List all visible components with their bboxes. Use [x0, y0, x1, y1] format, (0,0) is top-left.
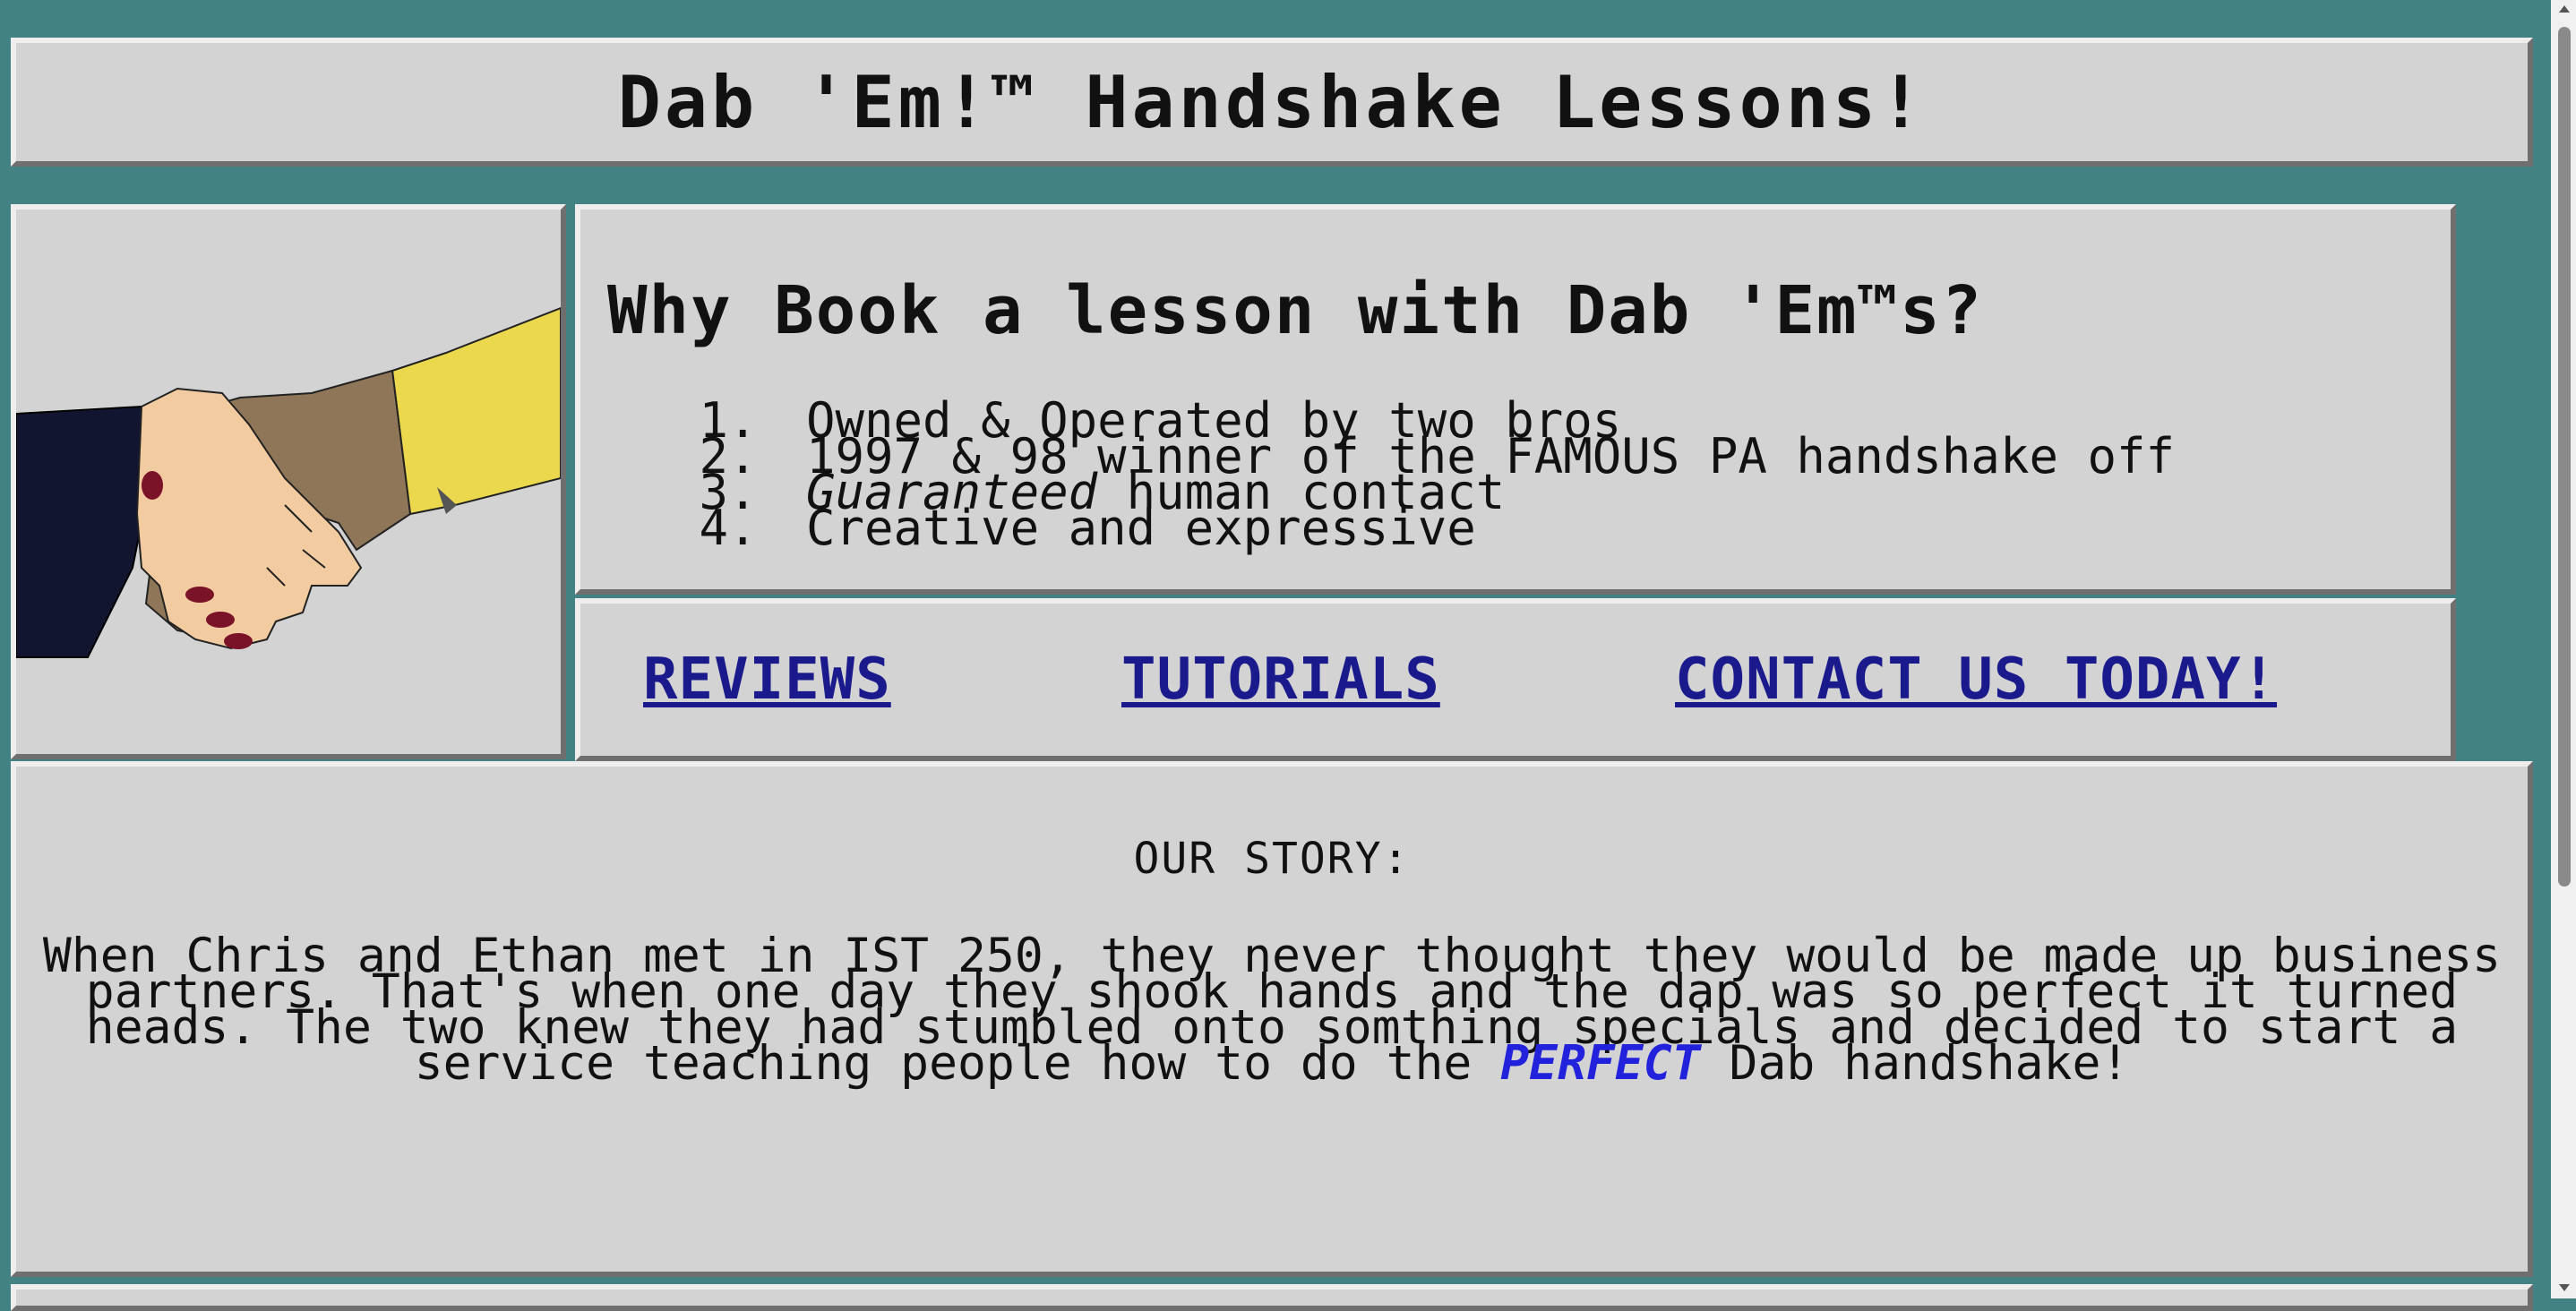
scrollbar[interactable] [2551, 0, 2576, 1298]
header-banner: Dab 'Em!™ Handshake Lessons! [11, 38, 2533, 167]
reviews-link[interactable]: REVIEWS [643, 647, 891, 713]
reasons-list: Owned & Operated by two bros 1997 & 98 w… [607, 397, 2451, 553]
why-book-heading: Why Book a lesson with Dab 'Em™s? [607, 272, 1984, 349]
handshake-icon [16, 306, 561, 658]
story-text: When Chris and Ethan met in IST 250, the… [34, 932, 2510, 1087]
tutorials-link[interactable]: TUTORIALS [1121, 647, 1440, 713]
story-emphasis: PERFECT [1500, 1036, 1701, 1091]
story-text-start: When Chris and Ethan met in IST 250, the… [42, 929, 2502, 1091]
site-title: Dab 'Em!™ Handshake Lessons! [617, 60, 1927, 144]
contact-link[interactable]: CONTACT US TODAY! [1675, 647, 2277, 713]
hero-image-panel [11, 204, 566, 759]
story-title: OUR STORY: [1133, 834, 1411, 884]
why-book-panel: Why Book a lesson with Dab 'Em™s? Owned … [575, 204, 2456, 595]
reason-text: Creative and expressive [806, 500, 1476, 556]
story-text-end: Dab handshake! [1700, 1036, 2130, 1091]
story-panel: OUR STORY: When Chris and Ethan met in I… [11, 761, 2533, 1277]
reason-item: Creative and expressive [786, 504, 2451, 553]
scroll-down-arrow-icon[interactable] [2559, 1284, 2570, 1291]
nav-panel: REVIEWS TUTORIALS CONTACT US TODAY! [575, 598, 2456, 761]
scrollbar-thumb[interactable] [2558, 27, 2571, 887]
footer-panel [11, 1284, 2533, 1311]
scroll-up-arrow-icon[interactable] [2559, 5, 2570, 13]
